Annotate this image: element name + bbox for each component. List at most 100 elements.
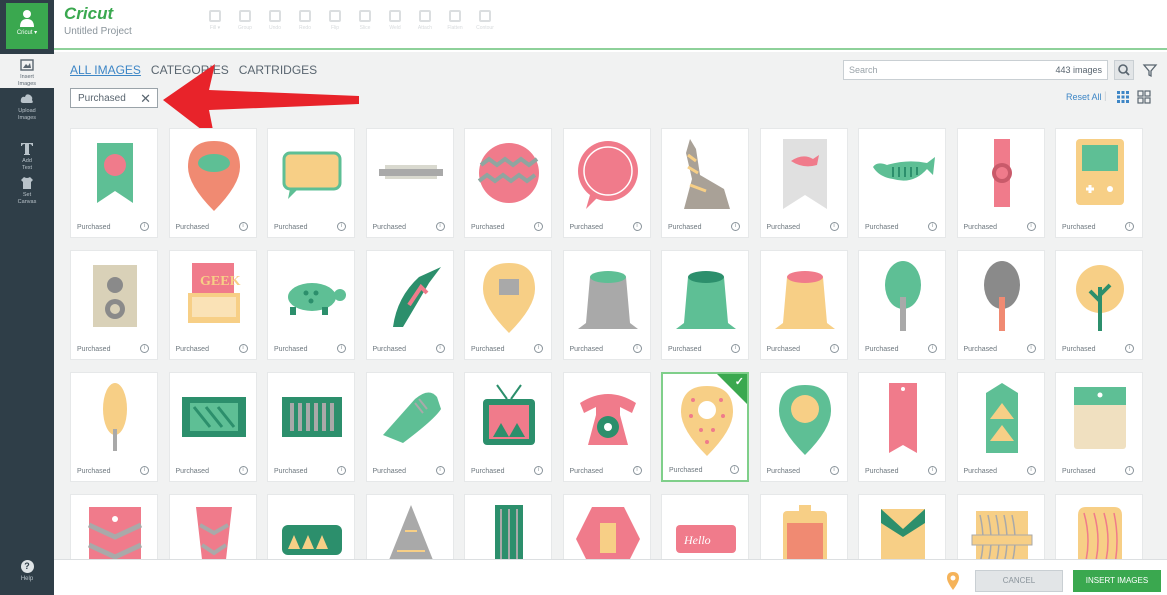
tab-categories[interactable]: CATEGORIES xyxy=(151,63,229,77)
image-card[interactable]: Purchasedi xyxy=(70,250,158,360)
image-card[interactable]: Purchasedi xyxy=(365,128,454,238)
toolbar-button[interactable]: Fill ▾ xyxy=(204,10,226,31)
image-card[interactable]: Purchasedi xyxy=(1055,372,1143,482)
toolbar-button[interactable]: Attach xyxy=(414,10,436,31)
info-icon[interactable]: i xyxy=(1125,466,1134,475)
image-card[interactable]: Purchasedi xyxy=(1055,250,1143,360)
image-card[interactable]: Purchasedi xyxy=(464,494,552,560)
image-card[interactable]: Purchasedi xyxy=(70,372,158,482)
toolbar-button[interactable]: Undo xyxy=(264,10,286,31)
image-card[interactable]: Purchasedi xyxy=(858,494,946,560)
close-icon[interactable]: ✕ xyxy=(140,91,151,107)
image-card[interactable]: Purchasedi xyxy=(562,494,651,560)
image-card[interactable]: Purchasedi xyxy=(759,128,848,238)
info-icon[interactable]: i xyxy=(534,466,543,475)
insert-images-button[interactable]: INSERT IMAGES xyxy=(1073,570,1161,592)
image-card[interactable]: Purchasedi xyxy=(759,494,848,560)
search-button[interactable] xyxy=(1114,60,1134,80)
toolbar-button[interactable]: Flatten xyxy=(444,10,466,31)
image-card[interactable]: Purchasedi xyxy=(661,250,749,360)
info-icon[interactable]: i xyxy=(238,344,248,353)
image-card[interactable]: Purchasedi xyxy=(759,250,848,360)
info-icon[interactable]: i xyxy=(730,465,739,474)
toolbar-button[interactable]: Contour xyxy=(474,10,496,31)
small-grid-view-icon[interactable] xyxy=(1116,90,1130,104)
image-card[interactable]: Purchasedi xyxy=(759,372,848,482)
project-name[interactable]: Untitled Project xyxy=(64,26,132,37)
toolbar-button[interactable]: Redo xyxy=(294,10,316,31)
image-card[interactable]: Purchasedi xyxy=(956,494,1045,560)
info-icon[interactable]: i xyxy=(140,344,149,353)
image-card[interactable]: Purchasedi xyxy=(267,250,355,360)
image-card[interactable]: Purchasedi xyxy=(365,372,454,482)
image-card[interactable]: GEEK Purchased i xyxy=(168,250,257,360)
info-icon[interactable]: i xyxy=(337,466,346,475)
image-card[interactable]: Purchasedi xyxy=(956,372,1045,482)
info-icon[interactable]: i xyxy=(1026,466,1036,475)
image-card[interactable]: Purchasedi xyxy=(70,128,158,238)
image-card[interactable]: Purchasedi xyxy=(858,372,946,482)
reset-all-link[interactable]: Reset All xyxy=(1066,92,1102,102)
image-card[interactable]: Purchasedi xyxy=(70,494,158,560)
image-card[interactable]: Purchasedi xyxy=(365,494,454,560)
search-input[interactable]: Search 443 images xyxy=(843,60,1108,80)
image-card[interactable]: Purchasedi xyxy=(168,128,257,238)
sidebar-item-add-text[interactable]: Add Text xyxy=(0,142,54,172)
account-button[interactable]: Cricut ▾ xyxy=(6,3,48,49)
info-icon[interactable]: i xyxy=(435,222,445,231)
image-card[interactable]: Purchasedi xyxy=(562,250,651,360)
image-card[interactable]: Purchasedi xyxy=(267,494,355,560)
info-icon[interactable]: i xyxy=(1125,344,1134,353)
info-icon[interactable]: i xyxy=(829,466,839,475)
info-icon[interactable]: i xyxy=(435,466,445,475)
info-icon[interactable]: i xyxy=(632,344,642,353)
sidebar-item-insert-images[interactable]: Insert Images xyxy=(0,54,54,88)
info-icon[interactable]: i xyxy=(632,466,642,475)
info-icon[interactable]: i xyxy=(731,344,740,353)
info-icon[interactable]: i xyxy=(534,344,543,353)
info-icon[interactable]: i xyxy=(731,222,740,231)
info-icon[interactable]: i xyxy=(337,344,346,353)
filter-button[interactable] xyxy=(1142,60,1158,80)
image-card[interactable]: Purchasedi xyxy=(1055,128,1143,238)
info-icon[interactable]: i xyxy=(1026,222,1036,231)
image-card[interactable]: Purchasedi xyxy=(956,250,1045,360)
toolbar-button[interactable]: Slice xyxy=(354,10,376,31)
large-grid-view-icon[interactable] xyxy=(1137,90,1151,104)
help-button[interactable]: ? Help xyxy=(0,560,54,582)
image-card[interactable]: Purchasedi xyxy=(1055,494,1143,560)
info-icon[interactable]: i xyxy=(829,344,839,353)
toolbar-button[interactable]: Group xyxy=(234,10,256,31)
toolbar-button[interactable]: Flip xyxy=(324,10,346,31)
image-card[interactable]: Purchasedi xyxy=(956,128,1045,238)
image-card[interactable]: Purchasedi xyxy=(562,128,651,238)
info-icon[interactable]: i xyxy=(140,466,149,475)
image-card[interactable]: Purchasedi xyxy=(858,128,946,238)
info-icon[interactable]: i xyxy=(829,222,839,231)
toolbar-button[interactable]: Weld xyxy=(384,10,406,31)
image-card[interactable]: Purchasedi xyxy=(168,494,257,560)
info-icon[interactable]: i xyxy=(928,222,937,231)
info-icon[interactable]: i xyxy=(435,344,445,353)
info-icon[interactable]: i xyxy=(238,222,248,231)
image-card[interactable]: Purchasedi xyxy=(661,128,749,238)
sidebar-item-set-canvas[interactable]: Set Canvas xyxy=(0,176,54,206)
image-card[interactable]: Purchased i ✓ xyxy=(661,372,749,482)
info-icon[interactable]: i xyxy=(337,222,346,231)
image-card[interactable]: Purchasedi xyxy=(464,128,552,238)
image-card[interactable]: Purchasedi xyxy=(464,372,552,482)
image-card[interactable]: HelloPurchasedi xyxy=(661,494,749,560)
image-card[interactable]: Purchasedi xyxy=(267,372,355,482)
info-icon[interactable]: i xyxy=(534,222,543,231)
image-card[interactable]: Purchasedi xyxy=(267,128,355,238)
info-icon[interactable]: i xyxy=(140,222,149,231)
image-card[interactable]: Purchasedi xyxy=(562,372,651,482)
image-card[interactable]: Purchasedi xyxy=(464,250,552,360)
tab-cartridges[interactable]: CARTRIDGES xyxy=(239,63,317,77)
image-card[interactable]: Purchasedi xyxy=(168,372,257,482)
info-icon[interactable]: i xyxy=(1026,344,1036,353)
image-card[interactable]: Purchasedi xyxy=(858,250,946,360)
info-icon[interactable]: i xyxy=(928,466,937,475)
info-icon[interactable]: i xyxy=(632,222,642,231)
sidebar-item-upload-images[interactable]: Upload Images xyxy=(0,92,54,122)
